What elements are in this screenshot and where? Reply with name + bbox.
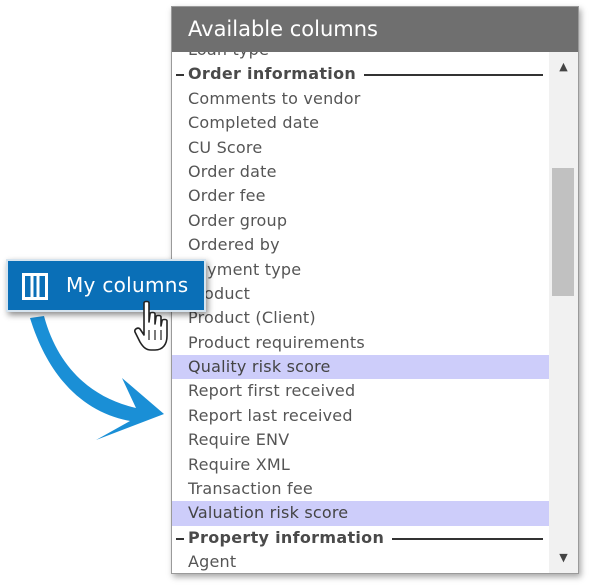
- scroll-thumb[interactable]: [552, 168, 574, 296]
- my-columns-button[interactable]: My columns: [6, 259, 206, 312]
- arrow-up-icon[interactable]: ▲: [549, 56, 578, 78]
- columns-icon: [22, 273, 48, 300]
- list-item[interactable]: Product requirements: [172, 331, 549, 355]
- group-divider-right: [364, 74, 543, 77]
- list-item[interactable]: Comments to vendor: [172, 87, 549, 111]
- list-item[interactable]: Payment type: [172, 258, 549, 282]
- group-header: Order information: [172, 62, 549, 86]
- vertical-scrollbar[interactable]: ▲ ▼: [549, 52, 578, 573]
- list-item[interactable]: Require ENV: [172, 428, 549, 452]
- list-item[interactable]: Order date: [172, 160, 549, 184]
- list-item[interactable]: Agent: [172, 550, 549, 573]
- list-item[interactable]: Product: [172, 282, 549, 306]
- list-item[interactable]: Completed date: [172, 111, 549, 135]
- group-header: Property information: [172, 526, 549, 550]
- columns-list: Loan type Order information Comments to ve…: [172, 52, 549, 573]
- group-divider-left: [176, 537, 184, 540]
- list-item-selected[interactable]: Valuation risk score: [172, 501, 549, 526]
- list-item[interactable]: Report last received: [172, 404, 549, 428]
- list-item[interactable]: Product (Client): [172, 306, 549, 330]
- list-item[interactable]: Require XML: [172, 453, 549, 477]
- group-divider-left: [176, 74, 184, 77]
- hand-pointer-icon: [134, 300, 168, 351]
- list-item[interactable]: Loan type: [172, 52, 549, 62]
- columns-list-viewport[interactable]: Loan type Order information Comments to ve…: [172, 52, 549, 573]
- group-label: Order information: [188, 64, 357, 84]
- stage: Available columns Loan type Order informa…: [0, 0, 592, 588]
- list-item-selected[interactable]: Quality risk score: [172, 355, 549, 380]
- list-item[interactable]: Report first received: [172, 379, 549, 403]
- available-columns-panel: Available columns Loan type Order informa…: [171, 6, 579, 574]
- arrow-down-icon[interactable]: ▼: [549, 547, 578, 569]
- list-item[interactable]: CU Score: [172, 136, 549, 160]
- list-item[interactable]: Order fee: [172, 184, 549, 208]
- list-item[interactable]: Order group: [172, 209, 549, 233]
- list-item[interactable]: Transaction fee: [172, 477, 549, 501]
- group-label: Property information: [188, 527, 385, 547]
- group-divider-right: [392, 537, 543, 540]
- list-item[interactable]: Ordered by: [172, 233, 549, 257]
- panel-title: Available columns: [172, 7, 578, 52]
